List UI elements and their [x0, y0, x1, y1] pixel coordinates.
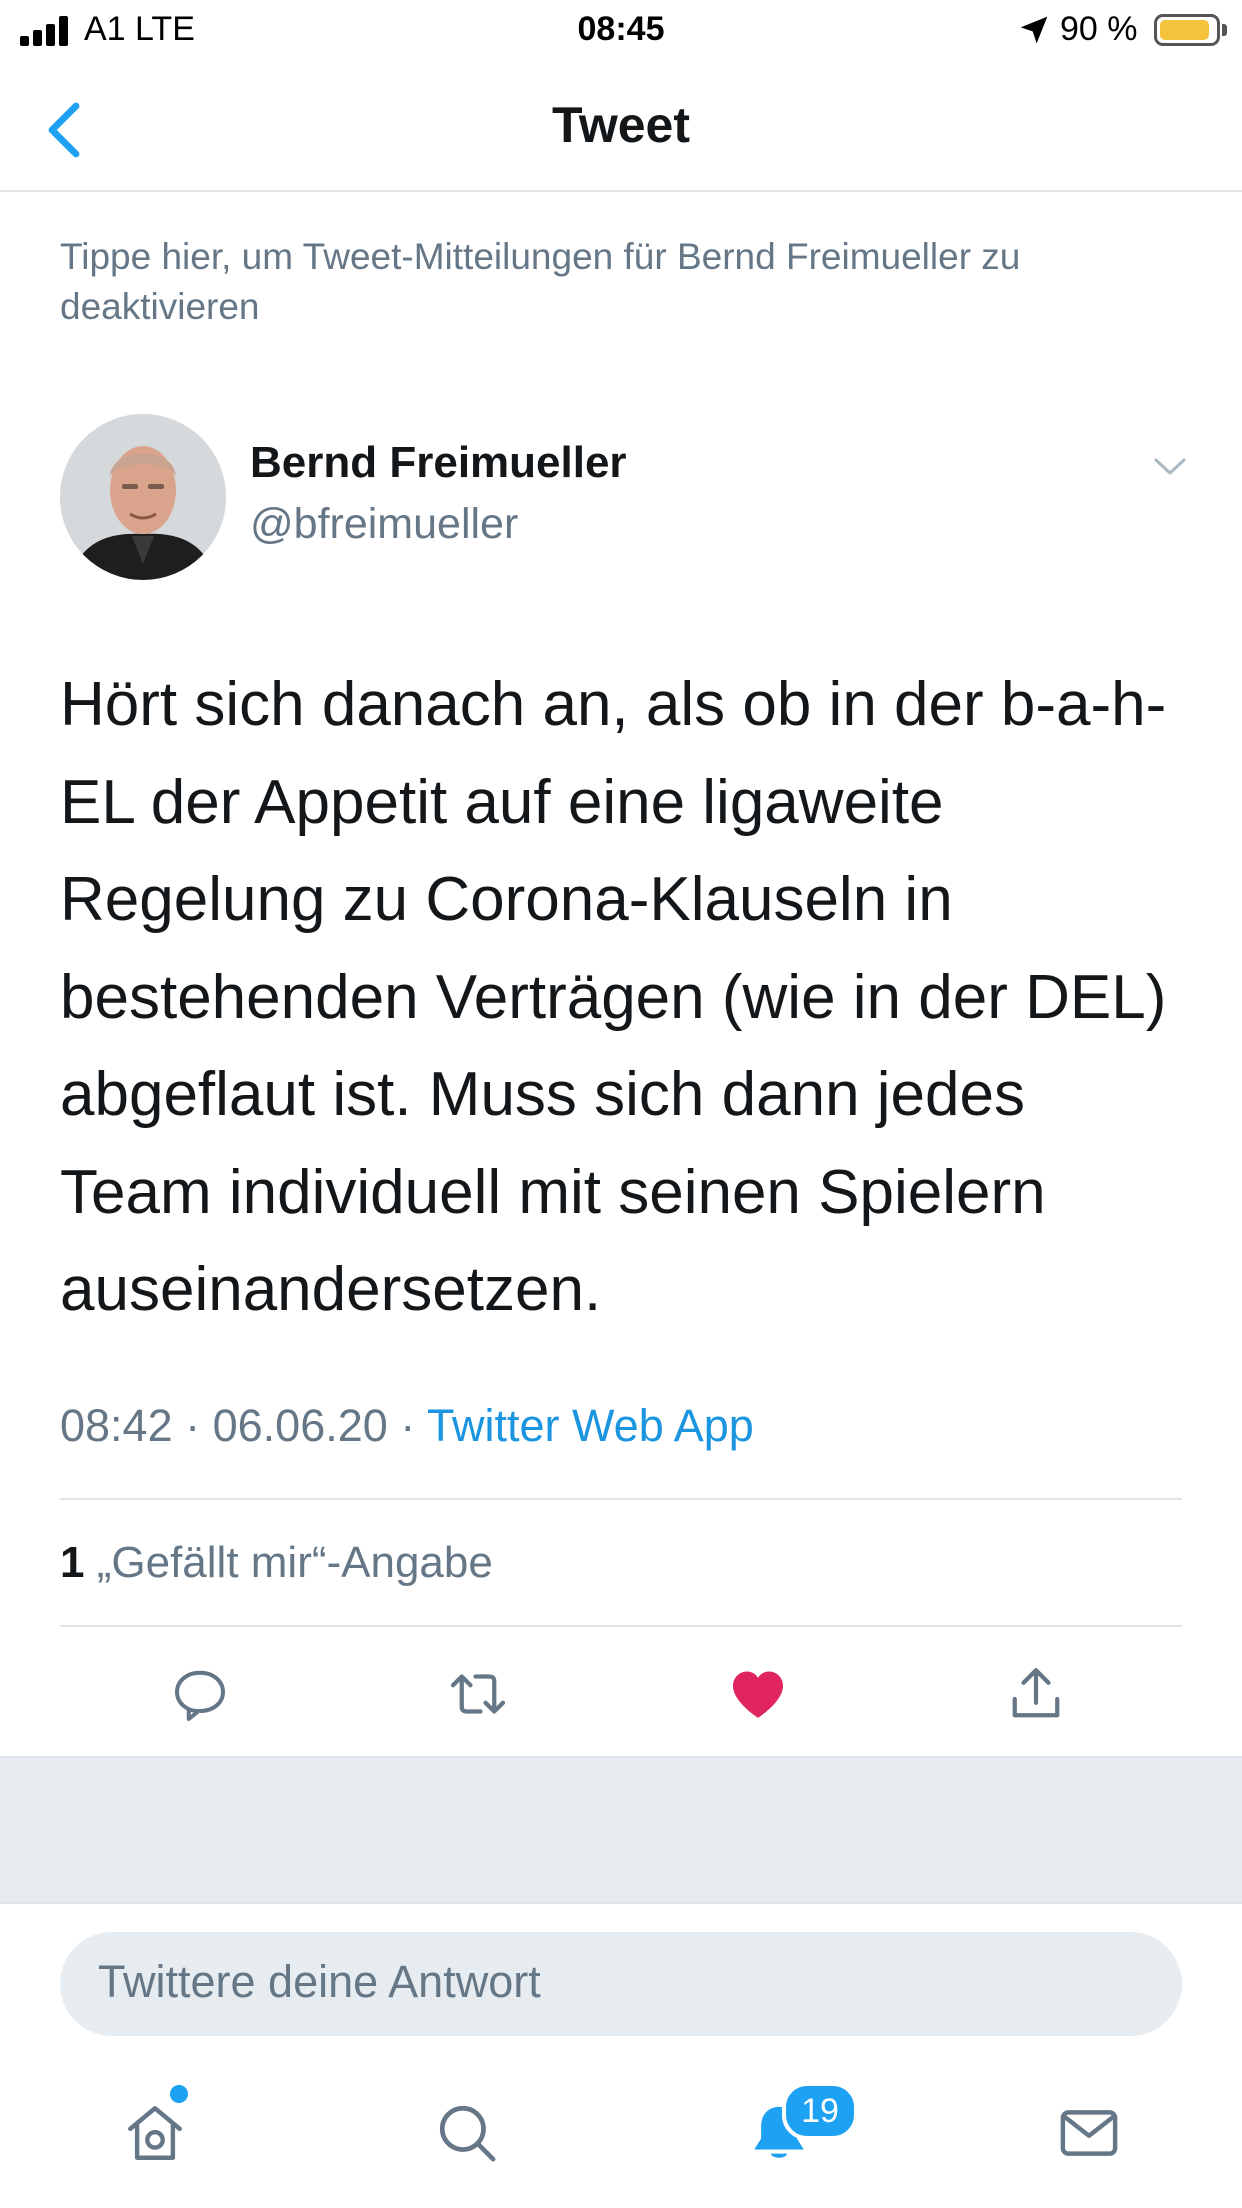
messages-icon[interactable]: [1056, 2100, 1122, 2166]
status-bar: A1 LTE 08:45 90 %: [0, 0, 1242, 62]
reply-input[interactable]: Twittere deine Antwort: [60, 1932, 1182, 2036]
page-title: Tweet: [552, 97, 690, 153]
home-new-indicator: [170, 2085, 188, 2103]
author-handle[interactable]: @bfreimueller: [250, 500, 518, 549]
divider: [60, 1498, 1182, 1500]
tweet-time: 08:42: [60, 1400, 173, 1451]
chevron-down-icon[interactable]: [1150, 452, 1190, 480]
clock: 08:45: [577, 10, 665, 48]
notification-toggle-notice[interactable]: Tippe hier, um Tweet-Mitteilungen für Be…: [60, 232, 1180, 332]
location-arrow-icon: [1020, 16, 1048, 44]
share-icon[interactable]: [1006, 1664, 1066, 1724]
avatar[interactable]: [60, 414, 226, 580]
tweet-date: 06.06.20: [212, 1400, 388, 1451]
search-icon[interactable]: [434, 2100, 500, 2166]
battery-nub: [1222, 24, 1227, 36]
divider: [60, 1625, 1182, 1627]
tweet-text: Hört sich danach an, als ob in der b-a-h…: [60, 670, 1167, 1324]
likes-summary[interactable]: 1 „Gefällt mir“-Angabe: [60, 1538, 493, 1588]
tweet-meta: 08:42 · 06.06.20 · Twitter Web App: [60, 1400, 754, 1451]
tweet-source-link[interactable]: Twitter Web App: [427, 1400, 754, 1451]
avatar-photo-icon: [60, 414, 226, 580]
reply-placeholder: Twittere deine Antwort: [98, 1956, 541, 2007]
author-name[interactable]: Bernd Freimueller: [250, 438, 627, 488]
reply-icon[interactable]: [170, 1664, 230, 1724]
like-label: „Gefällt mir“-Angabe: [96, 1538, 493, 1587]
like-count: 1: [60, 1538, 85, 1587]
heart-icon[interactable]: [728, 1664, 788, 1724]
retweet-icon[interactable]: [448, 1664, 508, 1724]
battery-icon: [1154, 14, 1220, 46]
notifications-badge: 19: [782, 2082, 858, 2140]
home-icon[interactable]: [122, 2100, 188, 2166]
content-spacer: [0, 1756, 1242, 1904]
battery-percent: 90 %: [1060, 10, 1138, 48]
